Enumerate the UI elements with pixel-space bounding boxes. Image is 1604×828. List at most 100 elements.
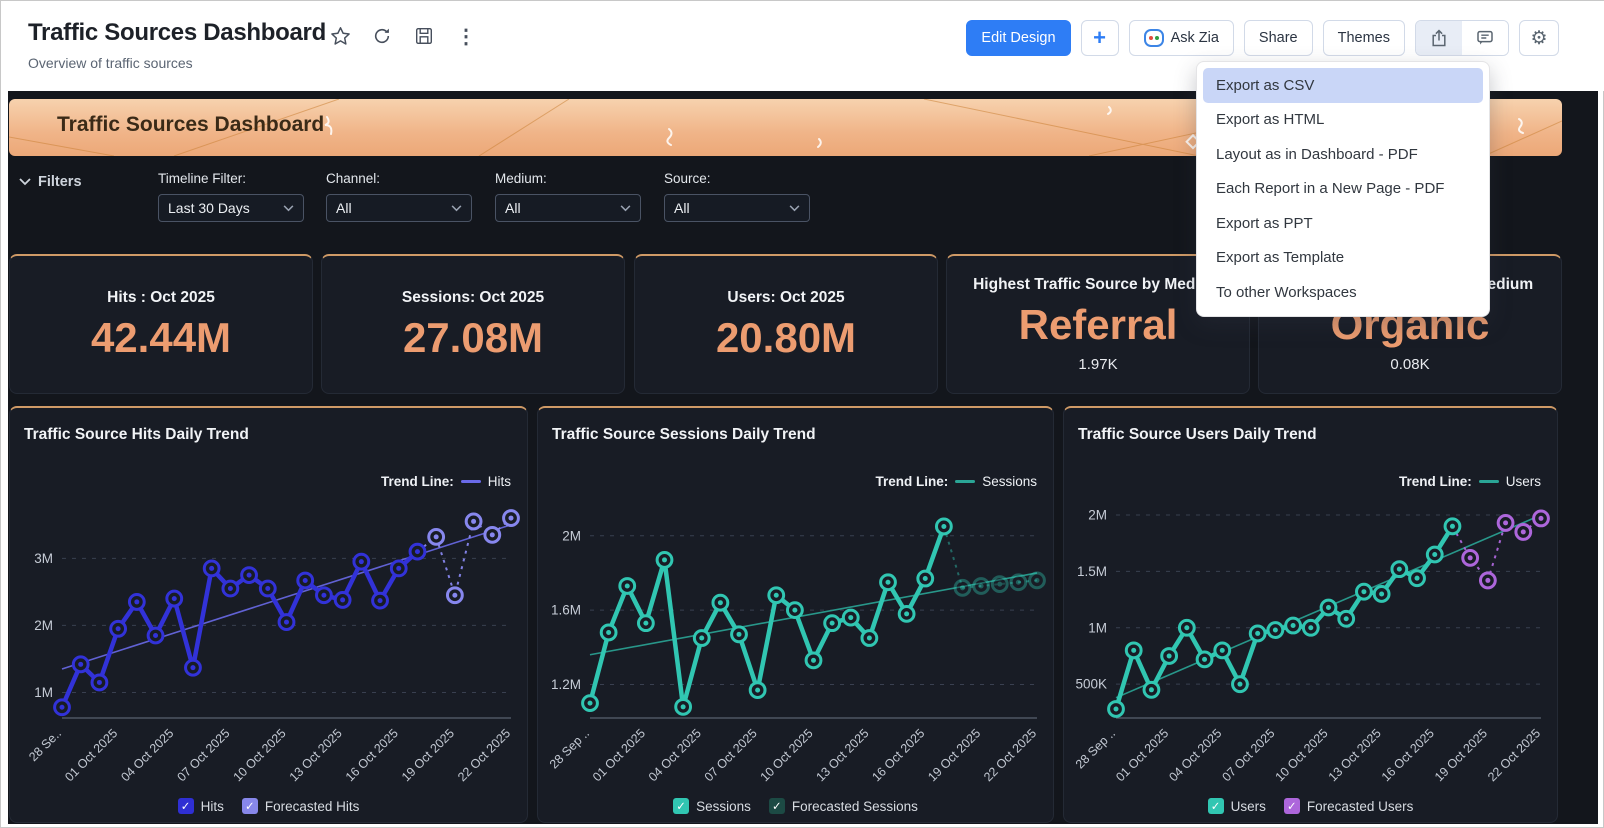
refresh-button[interactable] (369, 23, 395, 49)
comments-button[interactable] (1462, 21, 1508, 55)
checkbox-label: Users (1231, 799, 1266, 814)
filter-group-medium: Medium: All (495, 171, 641, 222)
kpi-title: Users: Oct 2025 (727, 289, 844, 307)
svg-text:22 Oct 2025: 22 Oct 2025 (981, 726, 1039, 784)
kpi-value: Referral (1019, 303, 1178, 347)
kpi-card-users[interactable]: Users: Oct 2025 20.80M (634, 254, 938, 394)
checkbox-forecasted-hits[interactable]: ✓ Forecasted Hits (242, 798, 360, 814)
source-filter-select[interactable]: All (664, 194, 810, 222)
sessions-trend-plot[interactable]: 1.2M1.6M2M28 Sep ..01 Oct 202504 Oct 202… (544, 496, 1049, 796)
channel-filter-label: Channel: (326, 171, 472, 186)
checkbox-icon: ✓ (178, 798, 194, 814)
ask-zia-label: Ask Zia (1171, 30, 1219, 46)
chevron-down-icon (19, 178, 31, 186)
favorite-button[interactable] (327, 23, 353, 49)
medium-filter-value: All (505, 200, 521, 216)
kebab-menu-icon: ⋮ (456, 24, 476, 49)
legend-series-name: Hits (488, 474, 511, 489)
svg-text:1M: 1M (34, 685, 53, 700)
checkbox-label: Sessions (696, 799, 751, 814)
chart-card-sessions: Traffic Source Sessions Daily Trend Tren… (537, 406, 1054, 823)
menu-item-export-html[interactable]: Export as HTML (1203, 103, 1483, 138)
svg-text:13 Oct 2025: 13 Oct 2025 (813, 726, 871, 784)
chart-card-users: Traffic Source Users Daily Trend Trend L… (1063, 406, 1558, 823)
menu-item-export-ppt[interactable]: Export as PPT (1203, 206, 1483, 241)
channel-filter-value: All (336, 200, 352, 216)
svg-text:19 Oct 2025: 19 Oct 2025 (399, 726, 457, 784)
checkbox-hits[interactable]: ✓ Hits (178, 798, 224, 814)
save-button[interactable] (411, 23, 437, 49)
filters-toggle-label: Filters (38, 174, 82, 190)
checkbox-label: Hits (201, 799, 224, 814)
star-icon (330, 26, 351, 47)
source-filter-value: All (674, 200, 690, 216)
menu-item-other-workspaces[interactable]: To other Workspaces (1203, 275, 1483, 310)
edit-design-button[interactable]: Edit Design (966, 20, 1070, 56)
checkbox-icon: ✓ (242, 798, 258, 814)
series-toggle-row: ✓ Hits ✓ Forecasted Hits (10, 798, 527, 814)
checkbox-forecasted-users[interactable]: ✓ Forecasted Users (1284, 798, 1414, 814)
hits-trend-plot[interactable]: 1M2M3M28 Se..01 Oct 202504 Oct 202507 Oc… (16, 496, 523, 796)
timeline-filter-select[interactable]: Last 30 Days (158, 194, 304, 222)
chart-title: Traffic Source Sessions Daily Trend (552, 426, 816, 444)
svg-text:04 Oct 2025: 04 Oct 2025 (646, 726, 704, 784)
refresh-icon (372, 26, 392, 46)
legend-label: Trend Line: (381, 474, 454, 489)
menu-item-export-template[interactable]: Export as Template (1203, 241, 1483, 276)
svg-text:19 Oct 2025: 19 Oct 2025 (925, 726, 983, 784)
medium-filter-select[interactable]: All (495, 194, 641, 222)
medium-filter-label: Medium: (495, 171, 641, 186)
checkbox-sessions[interactable]: ✓ Sessions (673, 798, 751, 814)
channel-filter-select[interactable]: All (326, 194, 472, 222)
chevron-down-icon (620, 205, 631, 212)
banner-title: Traffic Sources Dashboard (57, 113, 324, 137)
page-title: Traffic Sources Dashboard (28, 19, 326, 47)
menu-item-layout-dashboard-pdf[interactable]: Layout as in Dashboard - PDF (1203, 137, 1483, 172)
share-button[interactable]: Share (1244, 20, 1313, 56)
menu-item-each-report-pdf[interactable]: Each Report in a New Page - PDF (1203, 172, 1483, 207)
svg-text:1.5M: 1.5M (1077, 564, 1107, 579)
legend-label: Trend Line: (875, 474, 948, 489)
svg-text:10 Oct 2025: 10 Oct 2025 (1273, 726, 1331, 784)
kpi-title: Sessions: Oct 2025 (402, 289, 544, 307)
checkbox-forecasted-sessions[interactable]: ✓ Forecasted Sessions (769, 798, 918, 814)
export-button[interactable] (1416, 21, 1462, 55)
legend-line-swatch (955, 480, 975, 483)
timeline-filter-value: Last 30 Days (168, 200, 250, 216)
filters-toggle[interactable]: Filters (19, 174, 82, 190)
svg-text:1.6M: 1.6M (551, 603, 581, 618)
filter-group-source: Source: All (664, 171, 810, 222)
chevron-down-icon (789, 205, 800, 212)
kpi-subvalue: 0.08K (1390, 356, 1429, 373)
kpi-subvalue: 1.97K (1078, 356, 1117, 373)
themes-button[interactable]: Themes (1323, 20, 1405, 56)
chart-title: Traffic Source Users Daily Trend (1078, 426, 1317, 444)
save-icon (414, 26, 434, 46)
chart-legend: Trend Line: Sessions (875, 474, 1037, 489)
users-trend-plot[interactable]: 500K1M1.5M2M28 Sep ..01 Oct 202504 Oct 2… (1070, 496, 1553, 796)
kpi-title: Hits : Oct 2025 (107, 289, 215, 307)
page-subtitle: Overview of traffic sources (28, 55, 193, 71)
svg-text:19 Oct 2025: 19 Oct 2025 (1432, 726, 1490, 784)
kpi-card-hits[interactable]: Hits : Oct 2025 42.44M (9, 254, 313, 394)
add-button[interactable]: + (1081, 20, 1119, 56)
ask-zia-button[interactable]: Ask Zia (1129, 20, 1234, 56)
checkbox-users[interactable]: ✓ Users (1208, 798, 1266, 814)
legend-line-swatch (461, 480, 481, 483)
svg-text:04 Oct 2025: 04 Oct 2025 (118, 726, 176, 784)
settings-button[interactable]: ⚙ (1519, 20, 1559, 56)
kpi-value: 20.80M (716, 316, 856, 360)
source-filter-label: Source: (664, 171, 810, 186)
svg-text:22 Oct 2025: 22 Oct 2025 (1485, 726, 1543, 784)
more-options-button[interactable]: ⋮ (453, 23, 479, 49)
comment-icon (1475, 28, 1495, 48)
menu-item-export-csv[interactable]: Export as CSV (1203, 68, 1483, 103)
series-toggle-row: ✓ Sessions ✓ Forecasted Sessions (538, 798, 1053, 814)
export-icon (1429, 28, 1449, 48)
svg-text:500K: 500K (1075, 677, 1107, 692)
svg-text:3M: 3M (34, 551, 53, 566)
chart-legend: Trend Line: Hits (381, 474, 511, 489)
svg-text:2M: 2M (34, 618, 53, 633)
svg-text:01 Oct 2025: 01 Oct 2025 (590, 726, 648, 784)
kpi-card-sessions[interactable]: Sessions: Oct 2025 27.08M (321, 254, 625, 394)
